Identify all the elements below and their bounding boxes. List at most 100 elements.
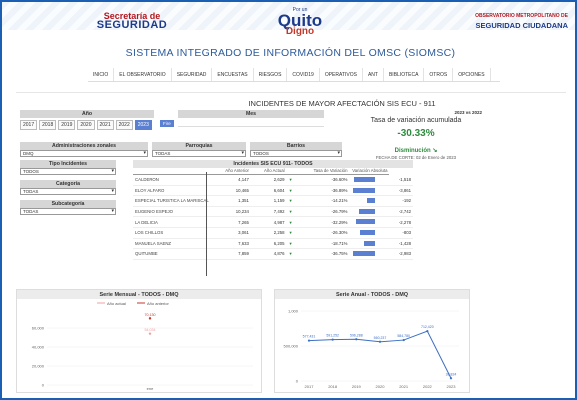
column-header[interactable]: Tasa de Variación bbox=[294, 167, 350, 175]
year-button-2019[interactable]: 2019 bbox=[58, 120, 76, 130]
variation-rate: -36.75% bbox=[294, 248, 350, 260]
data-point bbox=[331, 338, 334, 341]
year-button-2017[interactable]: 2017 bbox=[20, 120, 38, 130]
year-button-2020[interactable]: 2020 bbox=[77, 120, 95, 130]
column-header[interactable] bbox=[133, 167, 211, 175]
row-name: ELOY ALFARO bbox=[133, 185, 211, 197]
x-tick-label: 2021 bbox=[399, 384, 409, 389]
table-row[interactable]: ELOY ALFARO 10,465 6,604 ▼ -36.89% -3,861 bbox=[133, 185, 413, 197]
month-selector[interactable] bbox=[178, 121, 324, 127]
page-frame: Secretaría de SEGURIDAD Por un Quito Dig… bbox=[0, 0, 577, 400]
variation-bar bbox=[353, 187, 376, 193]
nav-item-seguridad[interactable]: SEGURIDAD bbox=[172, 68, 213, 81]
variation-rate: -32.29% bbox=[294, 216, 350, 228]
decrease-icon: ▼ bbox=[286, 174, 295, 186]
table-row[interactable]: CALDERON 4,147 2,629 ▼ -36.60% -1,518 bbox=[133, 174, 413, 186]
column-header[interactable]: Año Anterior bbox=[210, 167, 251, 175]
prev-year-value: 7,859 bbox=[210, 248, 251, 260]
nav-item-covid19[interactable]: COVID19 bbox=[287, 68, 320, 81]
table-row[interactable]: MANUELA SAENZ 7,633 6,205 ▼ -18.71% -1,428 bbox=[133, 238, 413, 250]
nav-item-opciones[interactable]: OPCIONES bbox=[453, 68, 491, 81]
year-button-2021[interactable]: 2021 bbox=[96, 120, 114, 130]
decrease-icon: ▼ bbox=[286, 195, 295, 207]
table-row[interactable]: LOS CHILLOS 3,061 2,258 ▼ -26.30% -803 bbox=[133, 227, 413, 239]
nav-item-biblioteca[interactable]: BIBLIOTECA bbox=[384, 68, 425, 81]
row-name: CALDERON bbox=[133, 174, 211, 186]
nav-item-inicio[interactable]: INICIO bbox=[88, 68, 115, 81]
fire-button[interactable]: Fire bbox=[160, 120, 174, 127]
data-point bbox=[355, 338, 358, 341]
nav-item-el-observatorio[interactable]: EL OBSERVATORIO bbox=[114, 68, 172, 81]
column-header[interactable] bbox=[286, 167, 295, 175]
prev-year-value: 10,465 bbox=[210, 185, 251, 197]
year-button-2023[interactable]: 2023 bbox=[134, 120, 152, 130]
x-tick-label: 2023 bbox=[447, 384, 457, 389]
system-title: SISTEMA INTEGRADO DE INFORMACIÓN DEL OMS… bbox=[125, 47, 456, 59]
absolute-variation: -803 bbox=[389, 227, 413, 239]
prev-year-value: 10,234 bbox=[210, 206, 251, 218]
quito-digno-logo[interactable]: Por un Quito Digno bbox=[270, 7, 330, 37]
rate-value: -30.33% bbox=[397, 128, 435, 139]
year-button-2022[interactable]: 2022 bbox=[115, 120, 133, 130]
monthly-chart-title: Serie Mensual - TODOS - DMQ bbox=[99, 292, 179, 298]
main-nav: INICIO EL OBSERVATORIO SEGURIDAD ENCUESTAS R… bbox=[88, 68, 500, 82]
incidents-table: Año Anterior Año Actual Tasa de Variación V… bbox=[133, 167, 413, 260]
prev-year-value: 7,633 bbox=[210, 238, 251, 250]
categoria-select[interactable]: TODAS ▾ bbox=[20, 188, 116, 195]
parroquias-select[interactable]: TODAS ▾ bbox=[152, 150, 246, 157]
variation-bar-cell bbox=[349, 216, 390, 228]
x-tick-label: 2018 bbox=[328, 384, 338, 389]
absolute-variation: -3,861 bbox=[389, 185, 413, 197]
y-tick-label: 20,000 bbox=[32, 364, 45, 369]
year-label: Año bbox=[20, 110, 154, 118]
adm-select[interactable]: DMQ ▾ bbox=[20, 150, 148, 157]
table-row[interactable]: QUITUMBE 7,859 4,876 ▼ -36.75% -2,983 bbox=[133, 248, 413, 260]
categoria-label: Categoría bbox=[20, 180, 116, 188]
column-header[interactable]: Año Actual bbox=[250, 167, 287, 175]
adm-label: Administraciones zonales bbox=[20, 142, 148, 150]
data-label: 591,252 bbox=[326, 334, 339, 338]
data-label: 38,824 bbox=[446, 372, 457, 376]
variation-bar bbox=[359, 229, 376, 235]
row-name: EUGENIO ESPEJO bbox=[133, 206, 211, 218]
annual-chart[interactable]: 1,000 500,000 0 577,431 591,252 596,288 560,23… bbox=[275, 299, 469, 393]
nav-item-otros[interactable]: OTROS bbox=[424, 68, 454, 81]
nav-item-operativos[interactable]: OPERATIVOS bbox=[320, 68, 363, 81]
x-tick-label: 2020 bbox=[376, 384, 386, 389]
tipo-label: Tipo Incidentes bbox=[20, 160, 116, 168]
variation-bar-cell bbox=[349, 185, 390, 197]
y-tick-label: 60,000 bbox=[32, 326, 45, 331]
data-label: 584,780 bbox=[397, 334, 410, 338]
observatorio-logo[interactable]: OBSERVATORIO METROPOLITANO DE SEGURIDAD … bbox=[456, 12, 568, 30]
nav-item-encuestas[interactable]: ENCUESTAS bbox=[212, 68, 254, 81]
variation-bar bbox=[359, 208, 376, 214]
data-point bbox=[148, 317, 152, 320]
year-button-2018[interactable]: 2018 bbox=[39, 120, 57, 130]
column-header[interactable]: Variación Absoluta bbox=[349, 167, 390, 175]
table-row[interactable]: LA DELICIA 7,265 4,987 ▼ -32.29% -2,278 bbox=[133, 216, 413, 228]
current-year-value: 2,258 bbox=[250, 227, 287, 239]
data-label: 70,130 bbox=[145, 313, 156, 317]
current-year-value: 6,604 bbox=[250, 185, 287, 197]
secretaria-logo[interactable]: Secretaría de SEGURIDAD bbox=[92, 12, 172, 31]
tipo-select[interactable]: TODOS ▾ bbox=[20, 168, 116, 175]
data-label: 712,420 bbox=[421, 325, 434, 329]
y-tick-label: 40,000 bbox=[32, 345, 45, 350]
subcategoria-value: TODAS bbox=[23, 209, 39, 214]
monthly-chart[interactable]: Año actual Año anterior 60,000 40,000 20,000… bbox=[17, 299, 261, 393]
row-name: LA DELICIA bbox=[133, 216, 211, 228]
table-row[interactable]: ESPECIAL TURISTICA LA MARISCAL 1,351 1,159… bbox=[133, 195, 413, 207]
chevron-down-icon: ▾ bbox=[111, 168, 114, 174]
variation-bar-cell bbox=[349, 227, 390, 239]
subcategoria-select[interactable]: TODAS ▾ bbox=[20, 208, 116, 215]
nav-item-ant[interactable]: ANT bbox=[363, 68, 384, 81]
current-year-value: 1,159 bbox=[250, 195, 287, 207]
variation-bar bbox=[366, 198, 376, 204]
y-tick-label: 500,000 bbox=[284, 344, 299, 349]
year-buttons: 2017 2018 2019 2020 2021 2022 2023 bbox=[20, 120, 152, 130]
barrios-select[interactable]: TODOS ▾ bbox=[250, 150, 342, 157]
nav-item-riesgos[interactable]: RIESGOS bbox=[254, 68, 288, 81]
table-row[interactable]: EUGENIO ESPEJO 10,234 7,492 ▼ -26.79% -2,742 bbox=[133, 206, 413, 218]
monthly-chart-panel: Serie Mensual - TODOS - DMQ Año actual Añ… bbox=[16, 289, 262, 393]
rate-trend: Disminución ↘ bbox=[346, 147, 486, 154]
